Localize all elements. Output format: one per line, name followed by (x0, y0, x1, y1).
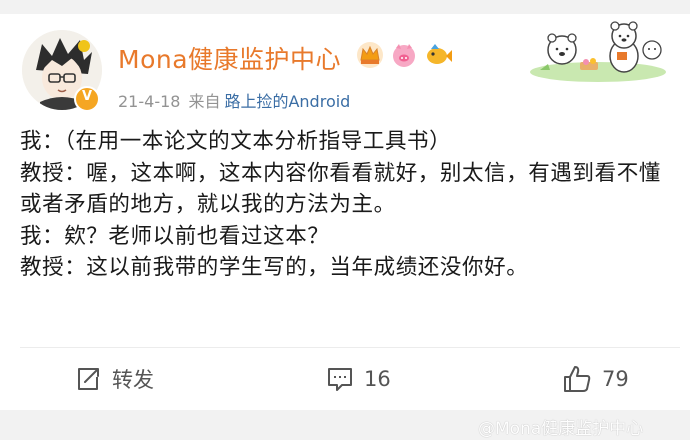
thumbs-up-icon (564, 366, 591, 392)
top-separator (0, 0, 690, 14)
pig-badge-icon[interactable] (389, 40, 419, 70)
post-line: 教授：喔，这本啊，这本内容你看看就好，别太信，有遇到看不懂或者矛盾的地方，就以我… (20, 160, 661, 218)
post-date: 21-4-18 (118, 92, 181, 111)
action-divider (20, 347, 680, 348)
comment-count: 16 (364, 367, 391, 391)
post-body: 我：（在用一本论文的文本分析指导工具书） 教授：喔，这本啊，这本内容你看看就好，… (20, 126, 680, 284)
bears-picnic-sticker-icon (530, 21, 666, 82)
comment-button[interactable]: 16 (326, 364, 391, 394)
watermark: @Mona健康监护中心 (478, 419, 644, 439)
fish-badge-icon[interactable] (423, 40, 453, 70)
repost-icon (78, 368, 99, 390)
post-meta: 21-4-18 来自 路上捡的Android (118, 88, 350, 112)
like-button[interactable]: 79 (562, 364, 629, 394)
verified-mark: V (81, 89, 93, 104)
comment-icon (328, 368, 352, 391)
verified-badge-icon: V (74, 86, 100, 112)
repost-button[interactable]: 转发 (74, 364, 154, 394)
username[interactable]: Mona健康监护中心 (118, 40, 341, 76)
crown-badge-icon[interactable] (355, 40, 385, 70)
like-count: 79 (602, 367, 629, 391)
post-line: 教授：这以前我带的学生写的，当年成绩还没你好。 (20, 255, 529, 280)
source-label: 来自 (188, 92, 221, 111)
repost-label: 转发 (112, 368, 154, 392)
post-line: 我：（在用一本论文的文本分析指导工具书） (20, 129, 452, 154)
post-line: 我：欸？老师以前也看过这本？ (20, 223, 330, 249)
device-link[interactable]: 路上捡的Android (224, 92, 350, 111)
